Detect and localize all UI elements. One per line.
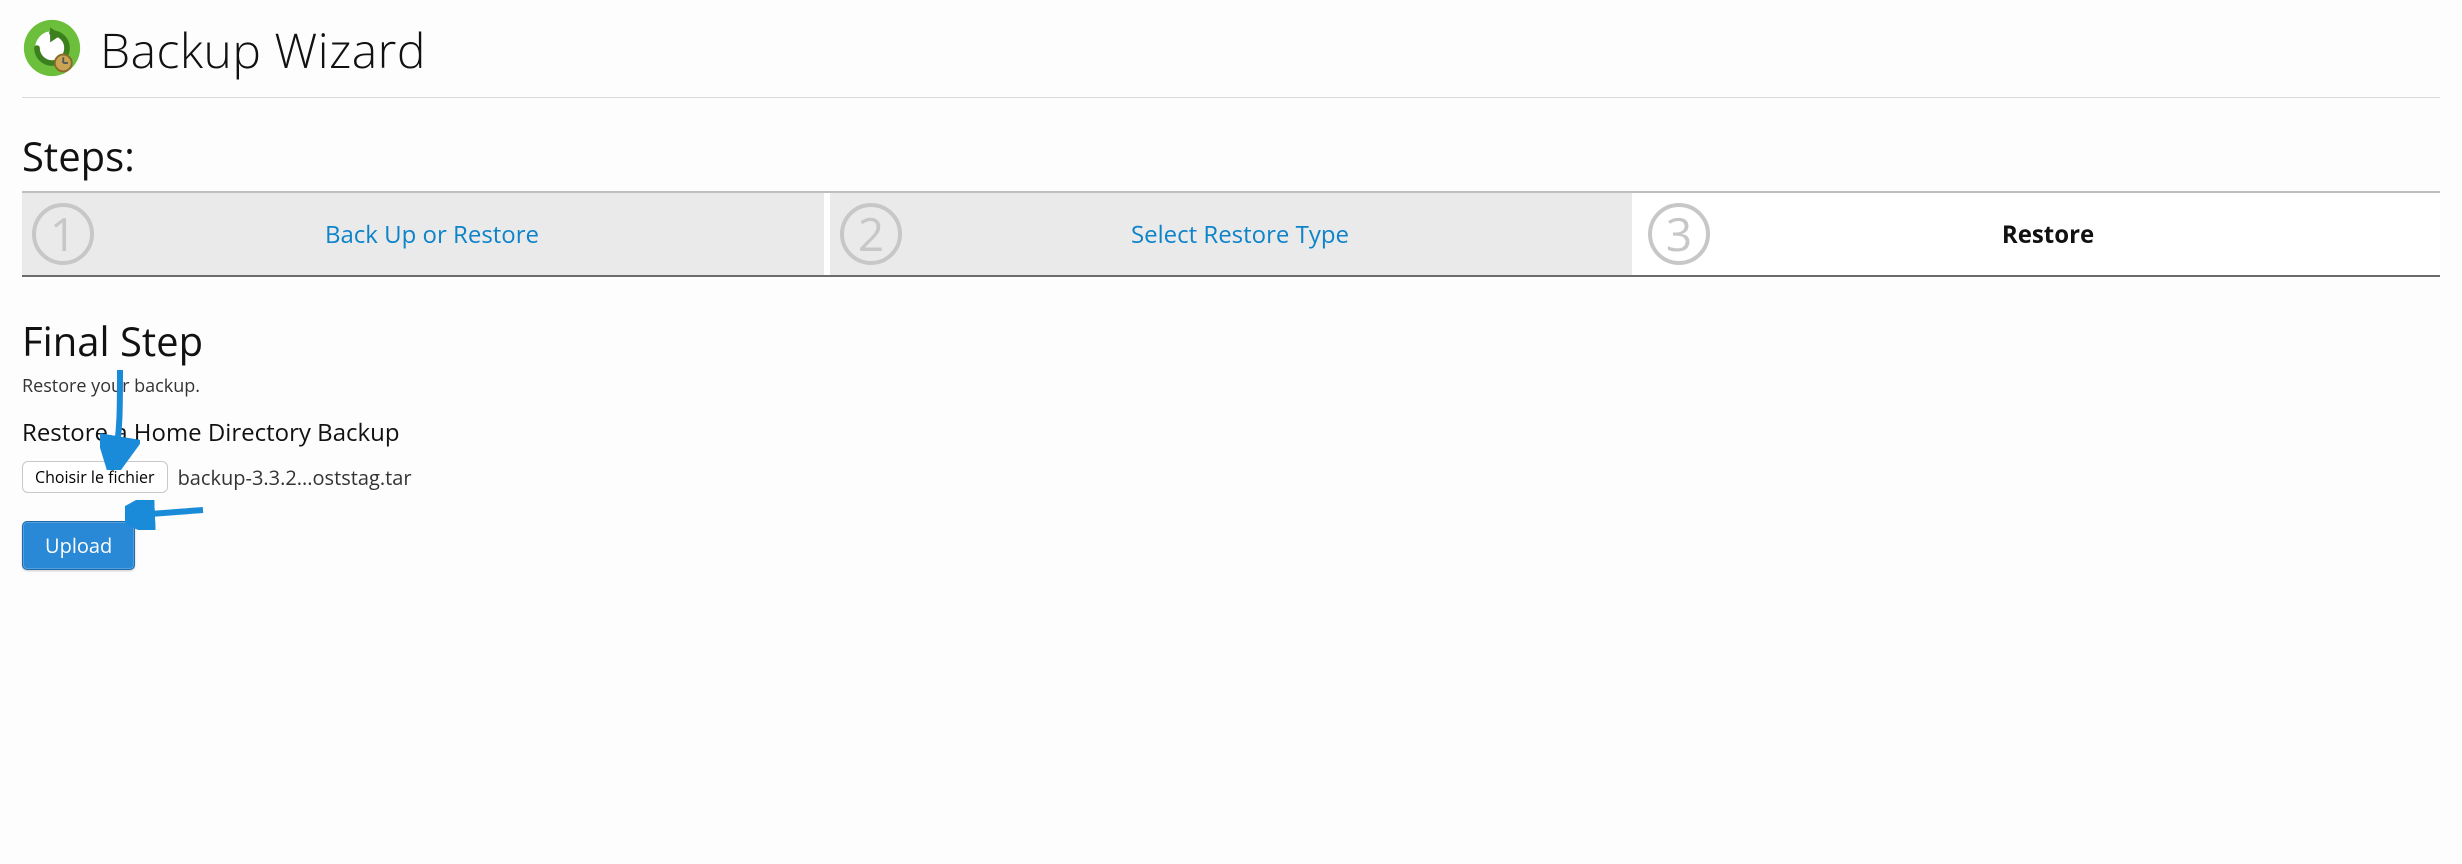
steps-bar: 1 Back Up or Restore 2 Select Restore Ty… [22,191,2440,277]
step-number: 1 [32,203,94,265]
title-divider [22,97,2440,98]
final-step-sub: Restore your backup. [22,374,2440,398]
step-select-restore-type[interactable]: 2 Select Restore Type [830,193,1638,275]
step-restore: 3 Restore [1638,193,2440,275]
backup-icon [22,18,82,83]
step-label: Back Up or Restore [102,218,824,251]
step-label: Select Restore Type [910,218,1632,251]
step-backup-or-restore[interactable]: 1 Back Up or Restore [22,193,830,275]
restore-type-heading: Restore a Home Directory Backup [22,416,2440,449]
upload-button[interactable]: Upload [22,521,135,570]
choose-file-button[interactable]: Choisir le fichier [22,461,168,493]
steps-heading: Steps: [22,128,2440,183]
step-number: 2 [840,203,902,265]
chosen-file-name: backup-3.3.2...oststag.tar [178,464,412,491]
step-label: Restore [1718,218,2440,251]
final-step-heading: Final Step [22,313,2440,368]
page-title: Backup Wizard [100,18,426,83]
step-number: 3 [1648,203,1710,265]
annotation-arrow-left-icon [125,500,205,530]
